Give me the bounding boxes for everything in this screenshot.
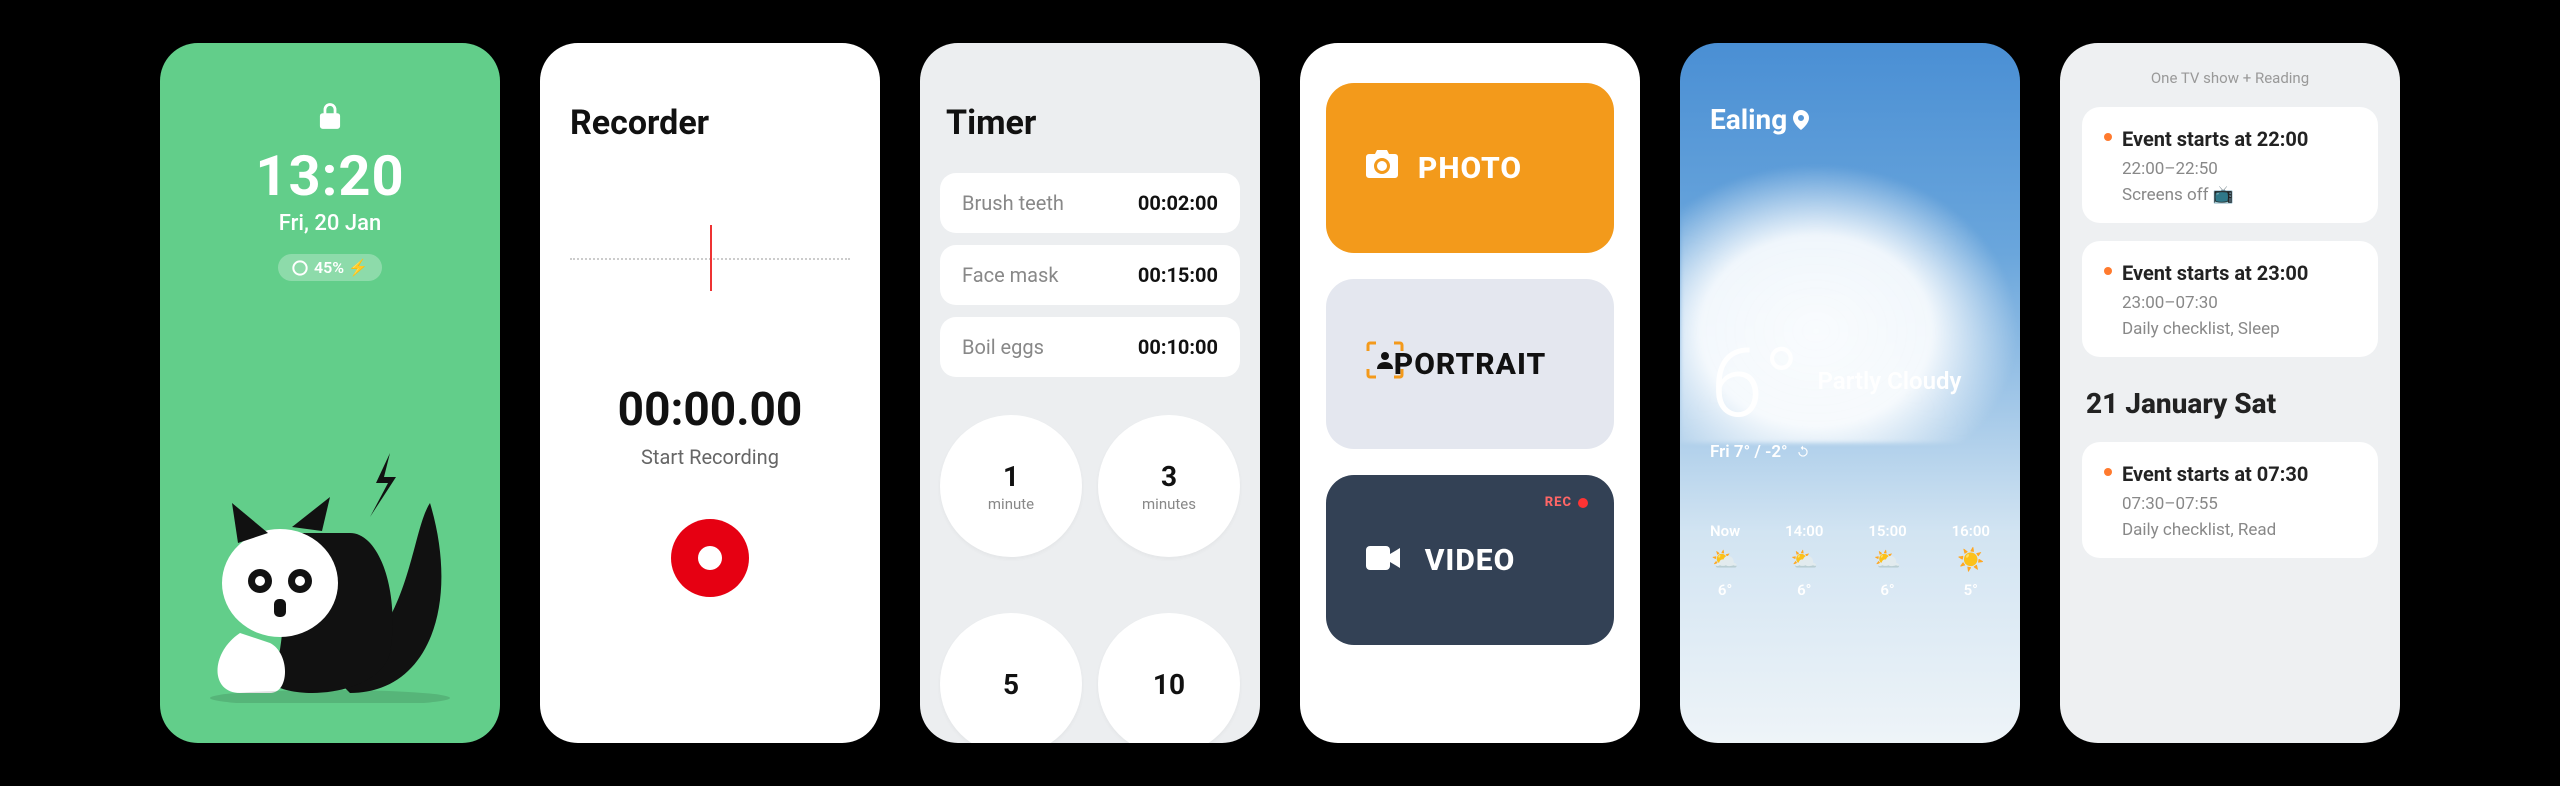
hour-time: 14:00 xyxy=(1785,522,1823,540)
quick-timer[interactable]: 3 minutes xyxy=(1098,415,1240,557)
event-card[interactable]: Event starts at 22:00 22:00–22:50 Screen… xyxy=(2082,107,2378,223)
hour-slot[interactable]: Now ⛅ 6° xyxy=(1710,522,1740,599)
weather-icon: ☀️ xyxy=(1957,548,1984,573)
hour-time: 15:00 xyxy=(1868,522,1906,540)
hour-slot[interactable]: 14:00 ⛅ 6° xyxy=(1785,522,1823,599)
quick-timer[interactable]: 1 minute xyxy=(940,415,1082,557)
mode-portrait[interactable]: PORTRAIT xyxy=(1326,279,1614,449)
hour-temp: 5° xyxy=(1964,581,1978,599)
overflow-summary: One TV show + Reading xyxy=(2082,69,2378,87)
event-time: 07:30–07:55 xyxy=(2122,494,2356,514)
recorder-waveform xyxy=(570,203,850,313)
lockscreen-date: Fri, 20 Jan xyxy=(279,211,381,236)
preset-label: Boil eggs xyxy=(962,335,1044,359)
event-dot xyxy=(2104,468,2112,476)
video-icon xyxy=(1366,543,1400,578)
quick-num: 3 xyxy=(1161,460,1177,493)
quick-unit: minute xyxy=(988,495,1034,513)
mode-photo[interactable]: PHOTO xyxy=(1326,83,1614,253)
preset-value: 00:15:00 xyxy=(1138,263,1218,287)
event-desc: Screens off 📺 xyxy=(2122,185,2356,205)
battery-icon xyxy=(292,260,308,276)
hour-temp: 6° xyxy=(1880,581,1894,599)
camera-icon xyxy=(1366,150,1398,186)
weather-icon: ⛅ xyxy=(1874,548,1901,573)
event-title: Event starts at 07:30 xyxy=(2122,462,2356,486)
lockscreen-time: 13:20 xyxy=(255,143,404,209)
hour-time: Now xyxy=(1710,522,1740,540)
battery-text: 45% ⚡ xyxy=(314,258,368,277)
timer-screen: Timer Brush teeth 00:02:00 Face mask 00:… xyxy=(920,43,1260,743)
timer-preset[interactable]: Face mask 00:15:00 xyxy=(940,245,1240,305)
weather-temp: 6° xyxy=(1710,336,1800,432)
preset-label: Brush teeth xyxy=(962,191,1064,215)
mode-label: VIDEO xyxy=(1425,543,1516,578)
weather-condition: Partly Cloudy xyxy=(1818,367,1962,395)
event-card[interactable]: Event starts at 07:30 07:30–07:55 Daily … xyxy=(2082,442,2378,558)
camera-modes-screen: PHOTO PORTRAIT REC VIDEO xyxy=(1300,43,1640,743)
event-desc: Daily checklist, Read xyxy=(2122,520,2356,540)
mode-label: PHOTO xyxy=(1418,151,1522,186)
quick-num: 5 xyxy=(1003,668,1019,701)
day-header: 21 January Sat xyxy=(2086,387,2378,420)
portrait-icon xyxy=(1366,341,1404,387)
hour-time: 16:00 xyxy=(1952,522,1990,540)
record-button[interactable] xyxy=(671,519,749,597)
recorder-screen: Recorder 00:00.00 Start Recording xyxy=(540,43,880,743)
quick-timer[interactable]: 5 xyxy=(940,613,1082,743)
preset-value: 00:10:00 xyxy=(1138,335,1218,359)
battery-pill[interactable]: 45% ⚡ xyxy=(278,254,382,281)
recorder-subtitle: Start Recording xyxy=(641,445,779,469)
hour-temp: 6° xyxy=(1718,581,1732,599)
event-time: 23:00–07:30 xyxy=(2122,293,2356,313)
weather-icon: ⛅ xyxy=(1711,548,1738,573)
weather-icon: ⛅ xyxy=(1791,548,1818,573)
preset-label: Face mask xyxy=(962,263,1059,287)
event-desc: Daily checklist, Sleep xyxy=(2122,319,2356,339)
event-dot xyxy=(2104,267,2112,275)
pin-icon xyxy=(1793,110,1809,130)
quick-unit: minutes xyxy=(1142,495,1196,513)
weather-screen: Ealing 6° Partly Cloudy Fri 7° / -2° Now… xyxy=(1680,43,2020,743)
rec-indicator: REC xyxy=(1545,495,1588,510)
mode-label: PORTRAIT xyxy=(1394,347,1546,382)
event-card[interactable]: Event starts at 23:00 23:00–07:30 Daily … xyxy=(2082,241,2378,357)
quick-num: 10 xyxy=(1153,668,1185,701)
lockscreen: 13:20 Fri, 20 Jan 45% ⚡ xyxy=(160,43,500,743)
recorder-time: 00:00.00 xyxy=(618,383,803,437)
hourly-forecast: Now ⛅ 6° 14:00 ⛅ 6° 15:00 ⛅ 6° 16:00 ☀️ … xyxy=(1710,522,1990,599)
lockscreen-illustration xyxy=(160,443,500,703)
timer-preset[interactable]: Brush teeth 00:02:00 xyxy=(940,173,1240,233)
preset-value: 00:02:00 xyxy=(1138,191,1218,215)
hour-slot[interactable]: 16:00 ☀️ 5° xyxy=(1952,522,1990,599)
hour-slot[interactable]: 15:00 ⛅ 6° xyxy=(1868,522,1906,599)
calendar-screen: One TV show + Reading Event starts at 22… xyxy=(2060,43,2400,743)
lock-icon xyxy=(319,103,341,129)
weather-location[interactable]: Ealing xyxy=(1710,103,1990,136)
recorder-title: Recorder xyxy=(570,103,709,143)
weather-range: Fri 7° / -2° xyxy=(1710,442,1990,462)
event-title: Event starts at 23:00 xyxy=(2122,261,2356,285)
refresh-icon[interactable] xyxy=(1796,445,1810,459)
timer-title: Timer xyxy=(946,103,1240,143)
mode-video[interactable]: REC VIDEO xyxy=(1326,475,1614,645)
quick-num: 1 xyxy=(1003,460,1019,493)
event-time: 22:00–22:50 xyxy=(2122,159,2356,179)
hour-temp: 6° xyxy=(1797,581,1811,599)
timer-preset[interactable]: Boil eggs 00:10:00 xyxy=(940,317,1240,377)
quick-timer[interactable]: 10 xyxy=(1098,613,1240,743)
event-dot xyxy=(2104,133,2112,141)
event-title: Event starts at 22:00 xyxy=(2122,127,2356,151)
